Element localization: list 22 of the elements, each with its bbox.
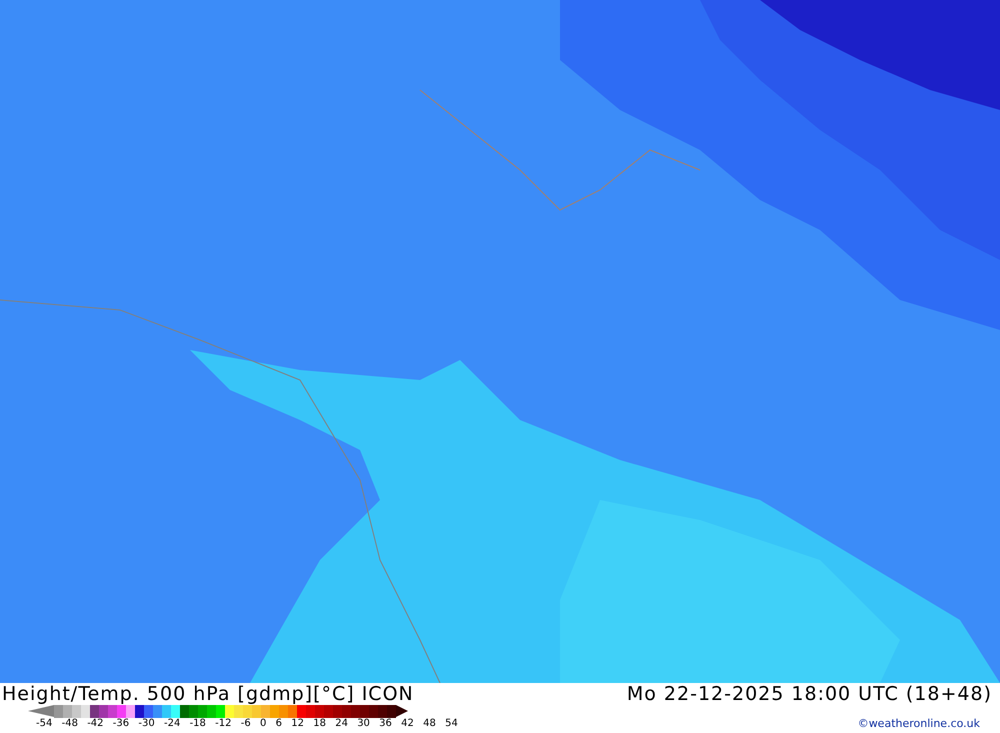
legend-label: -42 <box>87 718 104 730</box>
legend-label: -30 <box>138 718 155 730</box>
legend-label: -54 <box>36 718 52 730</box>
legend-label: 54 <box>445 718 458 730</box>
legend-label: 48 <box>423 718 436 730</box>
valid-time: Mo 22-12-2025 18:00 UTC (18+48) <box>626 683 992 705</box>
legend-label: 18 <box>313 718 326 730</box>
copyright-credit: ©weatheronline.co.uk <box>858 717 980 730</box>
legend-label: 42 <box>401 718 414 730</box>
legend-label: 12 <box>291 718 304 730</box>
legend-label: 0 <box>260 718 266 730</box>
legend-label: 30 <box>357 718 370 730</box>
legend-label: -18 <box>190 718 206 730</box>
legend-label: 6 <box>276 718 282 730</box>
legend-label: -36 <box>112 718 130 730</box>
legend-label: -6 <box>240 718 251 730</box>
legend-label: 36 <box>379 718 392 730</box>
legend-label: -48 <box>62 718 78 730</box>
legend-label: -24 <box>164 718 180 730</box>
legend-label: -12 <box>215 718 232 730</box>
map-title: Height/Temp. 500 hPa [gdmp][°C] ICON <box>2 683 414 705</box>
legend-label: 24 <box>335 718 348 730</box>
